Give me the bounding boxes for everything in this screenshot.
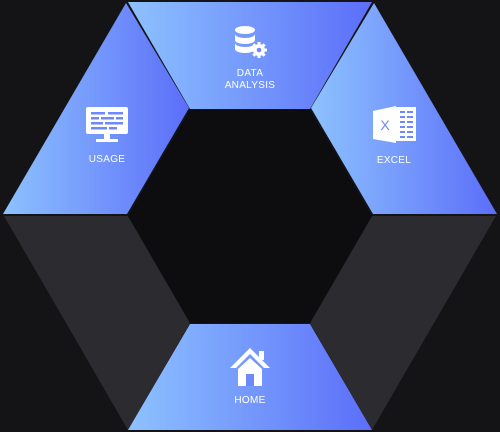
usage-label: USAGE — [89, 154, 126, 165]
excel-label: EXCEL — [377, 155, 411, 166]
home-label: HOME — [234, 395, 265, 406]
excel-icon: X — [373, 106, 416, 143]
data-analysis-label-line1: DATA — [237, 68, 263, 79]
hexagon-menu: DATA ANALYSIS X EXCEL USAGE HOME — [0, 0, 500, 432]
data-analysis-label-line2: ANALYSIS — [225, 80, 276, 91]
svg-text:X: X — [380, 117, 390, 133]
hexagon-menu-graphic: DATA ANALYSIS X EXCEL USAGE HOME — [3, 2, 497, 430]
